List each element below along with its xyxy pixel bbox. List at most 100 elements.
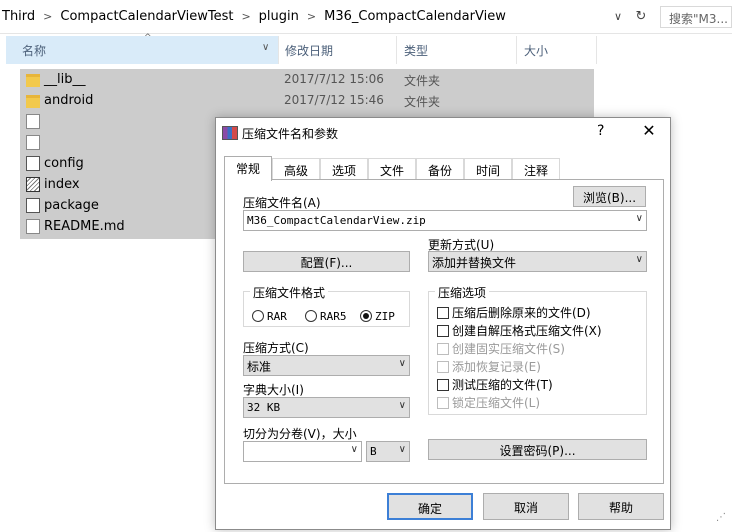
format-label: RAR <box>267 310 287 323</box>
split-unit-select[interactable]: B ∨ <box>366 441 410 462</box>
list-item[interactable]: android 2017/7/12 15:46 文件夹 <box>20 90 594 111</box>
browse-button[interactable]: 浏览(B)... <box>573 186 646 207</box>
sort-ascending-icon: ^ <box>144 33 152 43</box>
format-label: ZIP <box>375 310 395 323</box>
column-divider[interactable] <box>396 36 397 64</box>
tab-general[interactable]: 常规 <box>224 156 272 181</box>
tab-options[interactable]: 选项 <box>320 158 368 180</box>
checkbox-icon <box>437 379 449 391</box>
file-name: config <box>44 156 84 171</box>
breadcrumb-item[interactable]: CompactCalendarViewTest <box>60 9 233 24</box>
chevron-down-icon: ∨ <box>635 254 643 265</box>
column-header-name[interactable]: 名称 ^ ∨ <box>6 33 278 64</box>
archive-dialog: 压缩文件名和参数 ? ✕ 常规 高级 选项 文件 备份 时间 注释 压缩文件名(… <box>215 117 671 530</box>
file-date: 2017/7/12 15:06 <box>284 72 384 86</box>
format-label: RAR5 <box>320 310 347 323</box>
refresh-icon[interactable]: ↻ <box>630 7 652 27</box>
archive-format-title: 压缩文件格式 <box>250 284 329 301</box>
file-name: README.md <box>44 219 125 234</box>
column-header-row: 名称 ^ ∨ 修改日期 类型 大小 <box>0 33 732 64</box>
radio-icon <box>305 310 317 322</box>
breadcrumb: Third > CompactCalendarViewTest > plugin > M36… <box>2 9 506 24</box>
file-name: index <box>44 177 80 192</box>
chevron-down-icon[interactable]: ∨ <box>351 444 358 455</box>
file-name: __lib__ <box>44 72 86 87</box>
method-select[interactable]: 标准 ∨ <box>243 355 410 376</box>
option-label: 锁定压缩文件(L) <box>452 396 541 410</box>
document-icon <box>26 219 40 234</box>
format-radio-rar[interactable]: RAR <box>252 310 287 323</box>
column-divider[interactable] <box>596 36 597 64</box>
chevron-right-icon: > <box>241 10 251 23</box>
document-icon <box>26 135 40 150</box>
index-file-icon <box>26 177 40 192</box>
option-label: 测试压缩的文件(T) <box>452 378 553 392</box>
update-mode-select[interactable]: 添加并替换文件 ∨ <box>428 251 647 272</box>
file-date: 2017/7/12 15:46 <box>284 93 384 107</box>
tab-time[interactable]: 时间 <box>464 158 512 180</box>
file-type: 文件夹 <box>404 74 441 88</box>
option-label: 添加恢复记录(E) <box>452 360 541 374</box>
archive-name-label: 压缩文件名(A) <box>243 196 321 210</box>
archive-name-input[interactable]: M36_CompactCalendarView.zip ∨ <box>243 210 647 231</box>
close-icon[interactable]: ✕ <box>636 121 662 140</box>
archive-format-group: 压缩文件格式 RAR RAR5 ZIP <box>243 284 410 327</box>
dictionary-size-select[interactable]: 32 KB ∨ <box>243 397 410 418</box>
chevron-down-icon[interactable]: ∨ <box>636 213 643 224</box>
tab-backup[interactable]: 备份 <box>416 158 464 180</box>
dialog-title-bar[interactable]: 压缩文件名和参数 ? ✕ <box>216 118 670 148</box>
list-item[interactable]: __lib__ 2017/7/12 15:06 文件夹 <box>20 69 594 90</box>
set-password-button[interactable]: 设置密码(P)... <box>428 439 647 460</box>
option-sfx[interactable]: 创建自解压格式压缩文件(X) <box>437 322 602 339</box>
compression-options-group: 压缩选项 压缩后删除原来的文件(D) 创建自解压格式压缩文件(X) 创建固实压缩… <box>428 284 647 415</box>
chevron-right-icon: > <box>306 10 317 23</box>
format-radio-zip[interactable]: ZIP <box>360 310 395 323</box>
column-divider[interactable] <box>516 36 517 64</box>
breadcrumb-item[interactable]: plugin <box>259 9 299 24</box>
split-unit-value: B <box>370 445 377 458</box>
checkbox-icon <box>437 343 449 355</box>
dictionary-size-value: 32 KB <box>247 401 281 414</box>
address-dropdown-icon[interactable]: ∨ <box>607 7 629 27</box>
resize-grip-icon[interactable]: ⋰ <box>716 512 732 528</box>
search-input[interactable]: 搜索"M3... <box>660 6 732 28</box>
file-type: 文件夹 <box>404 95 441 109</box>
tab-files[interactable]: 文件 <box>368 158 416 180</box>
column-divider[interactable] <box>278 36 279 64</box>
winrar-icon <box>222 126 238 140</box>
help-button[interactable]: 帮助 <box>578 493 664 520</box>
column-header-date[interactable]: 修改日期 <box>285 36 395 64</box>
ok-button[interactable]: 确定 <box>387 493 473 520</box>
file-name: package <box>44 198 99 213</box>
option-recovery-record: 添加恢复记录(E) <box>437 358 541 375</box>
checkbox-icon <box>437 307 449 319</box>
option-label: 创建固实压缩文件(S) <box>452 342 565 356</box>
option-label: 创建自解压格式压缩文件(X) <box>452 324 602 338</box>
dialog-title: 压缩文件名和参数 <box>242 127 339 141</box>
split-volume-input[interactable]: ∨ <box>243 441 362 462</box>
checkbox-icon <box>437 397 449 409</box>
method-value: 标准 <box>247 360 272 374</box>
option-lock-archive: 锁定压缩文件(L) <box>437 394 540 411</box>
tab-comment[interactable]: 注释 <box>512 158 560 180</box>
column-header-name-label: 名称 <box>22 44 47 58</box>
update-mode-value: 添加并替换文件 <box>432 256 517 270</box>
config-file-icon <box>26 198 40 213</box>
option-test-files[interactable]: 测试压缩的文件(T) <box>437 376 553 393</box>
breadcrumb-item[interactable]: Third <box>2 9 35 24</box>
option-delete-after[interactable]: 压缩后删除原来的文件(D) <box>437 304 591 321</box>
tab-bar: 常规 高级 选项 文件 备份 时间 注释 <box>224 156 664 181</box>
dictionary-size-label: 字典大小(I) <box>243 383 304 397</box>
column-header-size[interactable]: 大小 <box>524 36 594 64</box>
profile-button[interactable]: 配置(F)... <box>243 251 410 272</box>
option-label: 压缩后删除原来的文件(D) <box>452 306 591 320</box>
cancel-button[interactable]: 取消 <box>483 493 569 520</box>
folder-icon <box>26 74 40 87</box>
format-radio-rar5[interactable]: RAR5 <box>305 310 347 323</box>
breadcrumb-item[interactable]: M36_CompactCalendarView <box>324 9 506 24</box>
tab-advanced[interactable]: 高级 <box>272 158 320 180</box>
checkbox-icon <box>437 325 449 337</box>
help-icon[interactable]: ? <box>597 123 604 139</box>
column-header-type[interactable]: 类型 <box>404 36 514 64</box>
chevron-down-icon[interactable]: ∨ <box>262 42 269 53</box>
